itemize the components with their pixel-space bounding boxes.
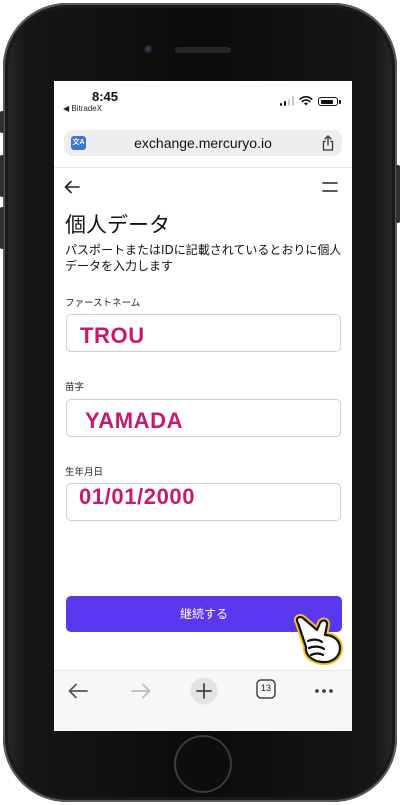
browser-toolbar: 13 — [54, 670, 352, 731]
volume-down-button — [0, 207, 4, 249]
first-name-label: ファーストネーム — [65, 298, 141, 309]
front-camera — [144, 45, 154, 55]
system-icons — [279, 95, 341, 106]
url-text[interactable]: exchange.mercuryo.io — [64, 135, 342, 151]
share-icon[interactable] — [321, 135, 335, 151]
volume-up-button — [0, 155, 4, 197]
earpiece-speaker — [175, 47, 231, 53]
forward-icon[interactable] — [129, 681, 153, 701]
address-bar[interactable]: 文A exchange.mercuryo.io — [64, 130, 342, 156]
birthdate-label: 生年月日 — [65, 467, 104, 478]
battery-icon — [318, 97, 341, 106]
status-bar: 8:45 ◀ BitradeX — [54, 81, 352, 121]
last-name-label: 苗字 — [65, 382, 85, 393]
home-button[interactable] — [174, 735, 232, 793]
page-description: パスポートまたはIDに記載されているとおりに個人データを入力します — [65, 243, 342, 273]
pointing-hand-icon — [293, 613, 343, 665]
birthdate-value: 01/01/2000 — [79, 484, 196, 509]
new-tab-icon[interactable] — [189, 676, 219, 706]
back-arrow-icon[interactable] — [64, 180, 80, 194]
cellular-signal-icon — [279, 96, 294, 106]
back-to-app-link[interactable]: ◀ BitradeX — [63, 104, 102, 113]
first-name-value: TROU — [80, 323, 145, 348]
status-time: 8:45 — [92, 89, 119, 104]
mute-switch — [0, 111, 4, 133]
tabs-icon[interactable]: 13 — [256, 679, 276, 699]
more-icon[interactable] — [312, 681, 336, 701]
last-name-value: YAMADA — [85, 408, 184, 433]
screen: 8:45 ◀ BitradeX 文A exchange.mercuryo.io — [54, 81, 352, 731]
header-divider — [54, 167, 352, 168]
back-icon[interactable] — [66, 681, 90, 701]
power-button — [396, 165, 400, 223]
page-title: 個人データ — [65, 213, 170, 237]
phone-frame: 8:45 ◀ BitradeX 文A exchange.mercuryo.io — [0, 3, 400, 802]
wifi-icon — [299, 96, 313, 106]
tab-count: 13 — [260, 683, 271, 693]
hamburger-menu-icon[interactable] — [322, 181, 338, 193]
